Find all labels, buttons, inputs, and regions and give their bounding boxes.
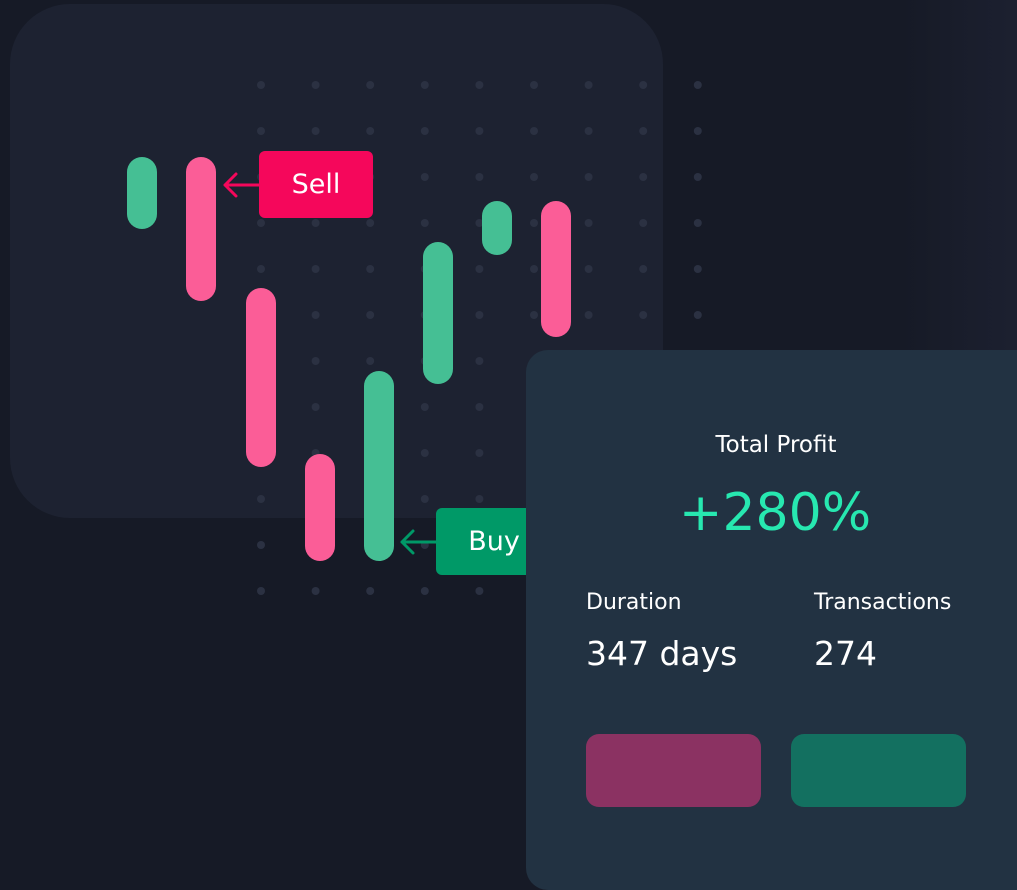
grid-dot xyxy=(475,173,484,181)
grid-dot xyxy=(475,265,484,273)
grid-dot xyxy=(420,403,429,411)
grid-dot xyxy=(366,219,375,227)
grid-dot xyxy=(311,357,320,365)
grid-dot xyxy=(420,127,429,135)
grid-dot xyxy=(420,449,429,457)
grid-dot xyxy=(311,219,320,227)
profit-value: +280% xyxy=(678,483,872,543)
transactions-label: Transactions xyxy=(814,590,952,615)
grid-dot xyxy=(257,81,265,89)
grid-dot xyxy=(420,81,429,89)
transactions-value: 274 xyxy=(814,634,877,673)
grid-dot xyxy=(366,357,375,365)
grid-dot xyxy=(366,311,375,319)
grid-dot xyxy=(420,587,429,595)
total-profit-title: Total Profit xyxy=(715,432,837,458)
buy-arrow-icon xyxy=(400,529,438,555)
grid-dot xyxy=(475,127,484,135)
grid-dot xyxy=(311,587,320,595)
grid-dot xyxy=(257,587,265,595)
duration-label: Duration xyxy=(586,590,682,615)
grid-dot xyxy=(475,311,484,319)
grid-dot xyxy=(420,173,429,181)
grid-dot xyxy=(475,449,484,457)
grid-dot xyxy=(366,127,375,135)
buy-action-button[interactable] xyxy=(791,734,966,807)
candle-down xyxy=(186,157,216,301)
grid-dot xyxy=(257,219,265,227)
grid-dot xyxy=(366,81,375,89)
grid-dot xyxy=(475,357,484,365)
grid-dot xyxy=(311,81,320,89)
duration-value: 347 days xyxy=(586,634,738,673)
candle-down xyxy=(246,288,276,467)
grid-dot xyxy=(420,219,429,227)
grid-dot xyxy=(475,81,484,89)
grid-dot xyxy=(311,127,320,135)
grid-dot xyxy=(311,311,320,319)
grid-dot xyxy=(475,403,484,411)
candle-up xyxy=(482,201,512,255)
grid-dot xyxy=(257,541,265,549)
sell-action-button[interactable] xyxy=(586,734,761,807)
candle-up xyxy=(423,242,453,384)
sell-arrow-icon xyxy=(223,172,261,198)
grid-dot xyxy=(475,495,484,503)
candle-up xyxy=(127,157,157,229)
grid-dot xyxy=(257,495,265,503)
candle-down xyxy=(305,454,335,561)
grid-dot xyxy=(311,403,320,411)
grid-dot xyxy=(366,587,375,595)
grid-dot xyxy=(475,587,484,595)
sell-tag: Sell xyxy=(259,151,373,218)
grid-dot xyxy=(366,265,375,273)
grid-dot xyxy=(257,265,265,273)
sell-tag-label: Sell xyxy=(291,169,341,200)
candle-up xyxy=(364,371,394,561)
grid-dot xyxy=(257,127,265,135)
grid-dot xyxy=(420,495,429,503)
grid-dot xyxy=(311,265,320,273)
buy-tag-label: Buy xyxy=(468,526,520,557)
